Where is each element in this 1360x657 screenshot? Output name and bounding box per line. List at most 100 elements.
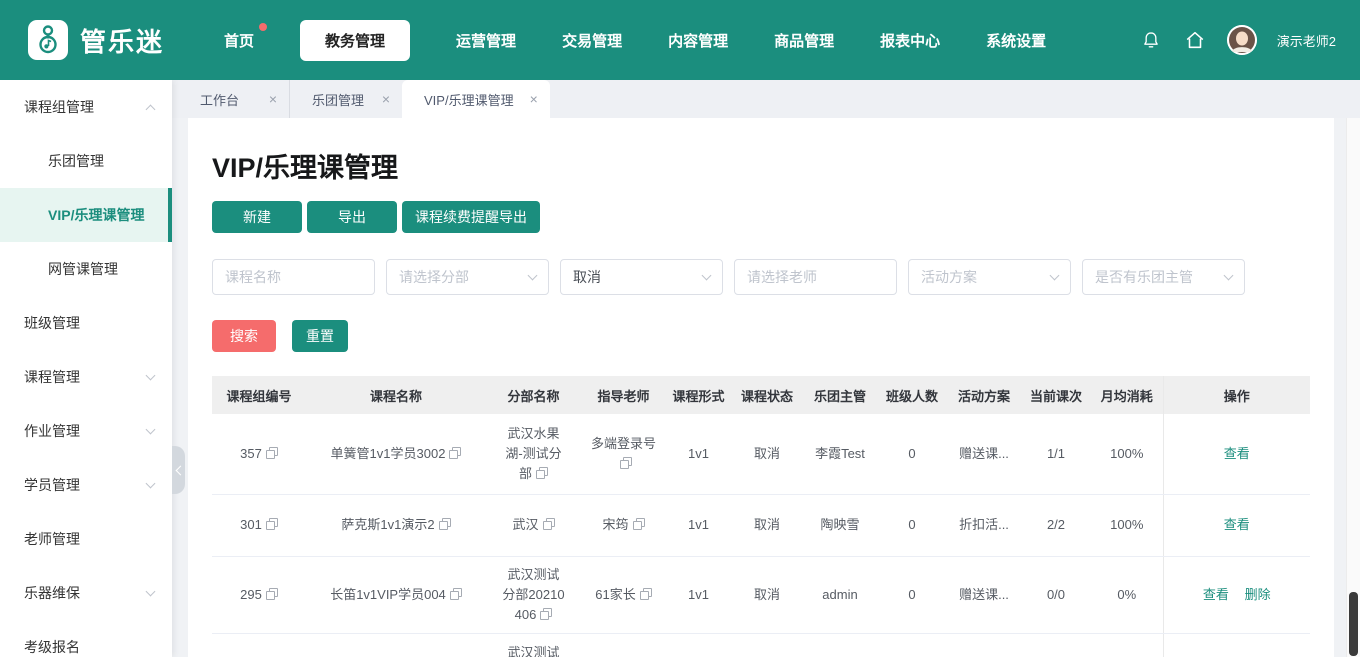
export-button[interactable]: 导出 <box>307 201 397 233</box>
search-button[interactable]: 搜索 <box>212 320 276 352</box>
brand-logo-icon <box>28 20 68 60</box>
nav-item-trade-mgmt[interactable]: 交易管理 <box>562 30 622 51</box>
course-status-select[interactable]: 取消 <box>560 259 723 295</box>
activity-plan-select[interactable]: 活动方案 <box>908 259 1071 295</box>
table-row: 357 单簧管1v1学员3002 武汉水果湖-测试分部 多端登录号 1v1 取消… <box>212 414 1310 494</box>
nav-item-home[interactable]: 首页 <box>224 30 254 51</box>
sidebar-item-course-mgmt[interactable]: 课程管理 <box>0 350 172 404</box>
nav-item-goods-mgmt[interactable]: 商品管理 <box>774 30 834 51</box>
nav-item-content-mgmt[interactable]: 内容管理 <box>668 30 728 51</box>
col-header-branch: 分部名称 <box>486 376 581 414</box>
chevron-down-icon <box>146 370 156 380</box>
chevron-down-icon <box>528 270 538 280</box>
copy-icon[interactable] <box>450 588 462 600</box>
sidebar-item-course-group-mgmt[interactable]: 课程组管理 <box>0 80 172 134</box>
page-title: VIP/乐理课管理 <box>212 146 1310 185</box>
chevron-down-icon <box>1224 270 1234 280</box>
chevron-down-icon <box>702 270 712 280</box>
chevron-down-icon <box>146 478 156 488</box>
sidebar-item-orchestra-mgmt[interactable]: 乐团管理 <box>0 134 172 188</box>
copy-icon[interactable] <box>640 588 652 600</box>
close-icon[interactable]: × <box>269 92 277 106</box>
brand-name: 管乐迷 <box>80 22 164 59</box>
vertical-scrollbar[interactable] <box>1346 118 1360 657</box>
tabs-bar: 工作台 × 乐团管理 × VIP/乐理课管理 × <box>172 80 1360 118</box>
content-card: VIP/乐理课管理 新建 导出 课程续费提醒导出 请选择分部 取消 <box>188 118 1334 657</box>
tab-orchestra-mgmt[interactable]: 乐团管理 × <box>290 80 402 118</box>
navbar-right: 演示老师2 <box>1139 25 1336 55</box>
sidebar-item-exam-registration[interactable]: 考级报名 <box>0 620 172 657</box>
col-header-teacher: 指导老师 <box>581 376 666 414</box>
table-header-row: 课程组编号 课程名称 分部名称 指导老师 课程形式 课程状态 乐团主管 班级人数… <box>212 376 1310 414</box>
col-header-session: 当前课次 <box>1021 376 1091 414</box>
notification-dot-icon <box>259 23 267 31</box>
tab-workbench[interactable]: 工作台 × <box>178 80 290 118</box>
main-nav: 首页 教务管理 运营管理 交易管理 内容管理 商品管理 报表中心 系统设置 <box>224 20 1046 61</box>
delete-link[interactable]: 删除 <box>1245 587 1271 602</box>
course-name-input[interactable] <box>212 259 375 295</box>
nav-item-operation-mgmt[interactable]: 运营管理 <box>456 30 516 51</box>
chevron-down-icon <box>1050 270 1060 280</box>
col-header-plan: 活动方案 <box>947 376 1021 414</box>
username[interactable]: 演示老师2 <box>1277 31 1336 50</box>
sidebar-item-web-course-mgmt[interactable]: 网管课管理 <box>0 242 172 296</box>
col-header-class-size: 班级人数 <box>877 376 947 414</box>
close-icon[interactable]: × <box>382 92 390 106</box>
nav-item-academic-mgmt[interactable]: 教务管理 <box>300 20 410 61</box>
col-header-form: 课程形式 <box>666 376 731 414</box>
bell-icon[interactable] <box>1139 28 1163 52</box>
view-link[interactable]: 查看 <box>1224 517 1250 532</box>
filter-row: 请选择分部 取消 活动方案 是否有乐团主管 <box>212 259 1310 295</box>
page-content: VIP/乐理课管理 新建 导出 课程续费提醒导出 请选择分部 取消 <box>172 118 1360 657</box>
col-header-actions: 操作 <box>1163 376 1310 414</box>
copy-icon[interactable] <box>543 518 555 530</box>
teacher-select-input[interactable] <box>734 259 897 295</box>
orchestra-manager-select[interactable]: 是否有乐团主管 <box>1082 259 1245 295</box>
copy-icon[interactable] <box>449 447 461 459</box>
table-row: 301 萨克斯1v1演示2 武汉 宋筠 1v1 取消 陶映雪 0 折扣活... … <box>212 494 1310 556</box>
view-link[interactable]: 查看 <box>1203 587 1229 602</box>
sidebar-collapse-handle[interactable] <box>172 446 185 494</box>
table-row: 294 中音萨克斯1v1学员00 武汉测试分部2021 老师202 1v1 取消… <box>212 633 1310 657</box>
avatar[interactable] <box>1227 25 1257 55</box>
top-navbar: 管乐迷 首页 教务管理 运营管理 交易管理 内容管理 商品管理 报 <box>0 0 1360 80</box>
table-row: 295 长笛1v1VIP学员004 武汉测试分部20210406 61家长 1v… <box>212 556 1310 633</box>
chevron-down-icon <box>146 586 156 596</box>
nav-item-system-settings[interactable]: 系统设置 <box>986 30 1046 51</box>
col-header-group-id: 课程组编号 <box>212 376 306 414</box>
col-header-manager: 乐团主管 <box>803 376 877 414</box>
scrollbar-thumb[interactable] <box>1349 592 1358 656</box>
copy-icon[interactable] <box>266 447 278 459</box>
chevron-down-icon <box>146 424 156 434</box>
brand[interactable]: 管乐迷 <box>28 20 164 60</box>
search-toolbar: 搜索 重置 <box>212 320 1310 352</box>
branch-select[interactable]: 请选择分部 <box>386 259 549 295</box>
copy-icon[interactable] <box>266 588 278 600</box>
sidebar: 课程组管理 乐团管理 VIP/乐理课管理 网管课管理 班级管理 课程管理 作业管… <box>0 80 172 657</box>
chevron-up-icon <box>146 104 156 114</box>
chevron-left-icon <box>175 465 185 475</box>
sidebar-item-homework-mgmt[interactable]: 作业管理 <box>0 404 172 458</box>
action-buttons: 新建 导出 课程续费提醒导出 <box>212 201 1310 233</box>
copy-icon[interactable] <box>266 518 278 530</box>
sidebar-item-class-mgmt[interactable]: 班级管理 <box>0 296 172 350</box>
nav-item-report-center[interactable]: 报表中心 <box>880 30 940 51</box>
col-header-monthly: 月均消耗 <box>1091 376 1163 414</box>
home-icon[interactable] <box>1183 28 1207 52</box>
col-header-course-name: 课程名称 <box>306 376 486 414</box>
copy-icon[interactable] <box>536 467 548 479</box>
copy-icon[interactable] <box>633 518 645 530</box>
renewal-export-button[interactable]: 课程续费提醒导出 <box>402 201 540 233</box>
copy-icon[interactable] <box>439 518 451 530</box>
view-link[interactable]: 查看 <box>1224 446 1250 461</box>
sidebar-item-instrument-maintenance[interactable]: 乐器维保 <box>0 566 172 620</box>
sidebar-item-student-mgmt[interactable]: 学员管理 <box>0 458 172 512</box>
tab-vip-theory-mgmt[interactable]: VIP/乐理课管理 × <box>402 80 550 118</box>
reset-button[interactable]: 重置 <box>292 320 348 352</box>
close-icon[interactable]: × <box>530 92 538 106</box>
copy-icon[interactable] <box>620 457 632 469</box>
create-button[interactable]: 新建 <box>212 201 302 233</box>
sidebar-item-teacher-mgmt[interactable]: 老师管理 <box>0 512 172 566</box>
copy-icon[interactable] <box>540 608 552 620</box>
sidebar-item-vip-theory-mgmt[interactable]: VIP/乐理课管理 <box>0 188 172 242</box>
